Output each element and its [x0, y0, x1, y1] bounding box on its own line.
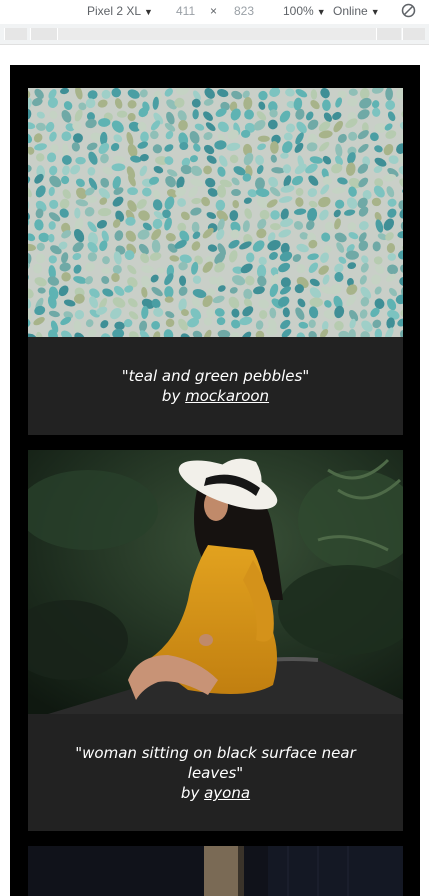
- photo-credit: by mockaroon: [56, 386, 375, 406]
- author-link[interactable]: ayona: [204, 784, 250, 802]
- dimension-separator: ×: [210, 4, 218, 18]
- chevron-down-icon: ▼: [370, 7, 380, 17]
- photo-caption: "woman sitting on black surface near lea…: [28, 714, 403, 803]
- credit-prefix: by: [180, 784, 200, 802]
- height-input[interactable]: 823: [234, 4, 254, 18]
- chevron-down-icon: ▼: [316, 7, 326, 17]
- author-link[interactable]: mockaroon: [185, 387, 269, 405]
- photo-caption: "teal and green pebbles" by mockaroon: [28, 337, 403, 406]
- network-value: Online: [333, 4, 368, 18]
- credit-prefix: by: [161, 387, 181, 405]
- photo-woman-on-boat[interactable]: [28, 450, 403, 714]
- device-toolbar: Pixel 2 XL ▼ 411 × 823 100% ▼ Online ▼: [0, 0, 429, 24]
- photo-teal-pebbles[interactable]: [28, 88, 403, 337]
- media-query-bar[interactable]: [0, 24, 429, 45]
- zoom-value: 100%: [283, 4, 314, 18]
- photo-partial[interactable]: [28, 846, 403, 896]
- width-input[interactable]: 411: [176, 4, 195, 18]
- photo-credit: by ayona: [56, 783, 375, 803]
- device-select[interactable]: Pixel 2 XL ▼: [87, 4, 153, 18]
- photo-card: "teal and green pebbles" by mockaroon: [28, 88, 403, 435]
- photo-card: "woman sitting on black surface near lea…: [28, 450, 403, 831]
- photo-title: "teal and green pebbles": [121, 367, 310, 385]
- chevron-down-icon: ▼: [144, 7, 153, 17]
- rotate-icon[interactable]: [401, 3, 416, 21]
- photo-title: "woman sitting on black surface near lea…: [75, 744, 356, 782]
- page-viewport: "teal and green pebbles" by mockaroon "w…: [10, 65, 420, 896]
- photo-card: [28, 846, 403, 896]
- network-select[interactable]: Online ▼: [333, 4, 380, 18]
- zoom-select[interactable]: 100% ▼: [283, 4, 326, 18]
- device-name: Pixel 2 XL: [87, 4, 142, 18]
